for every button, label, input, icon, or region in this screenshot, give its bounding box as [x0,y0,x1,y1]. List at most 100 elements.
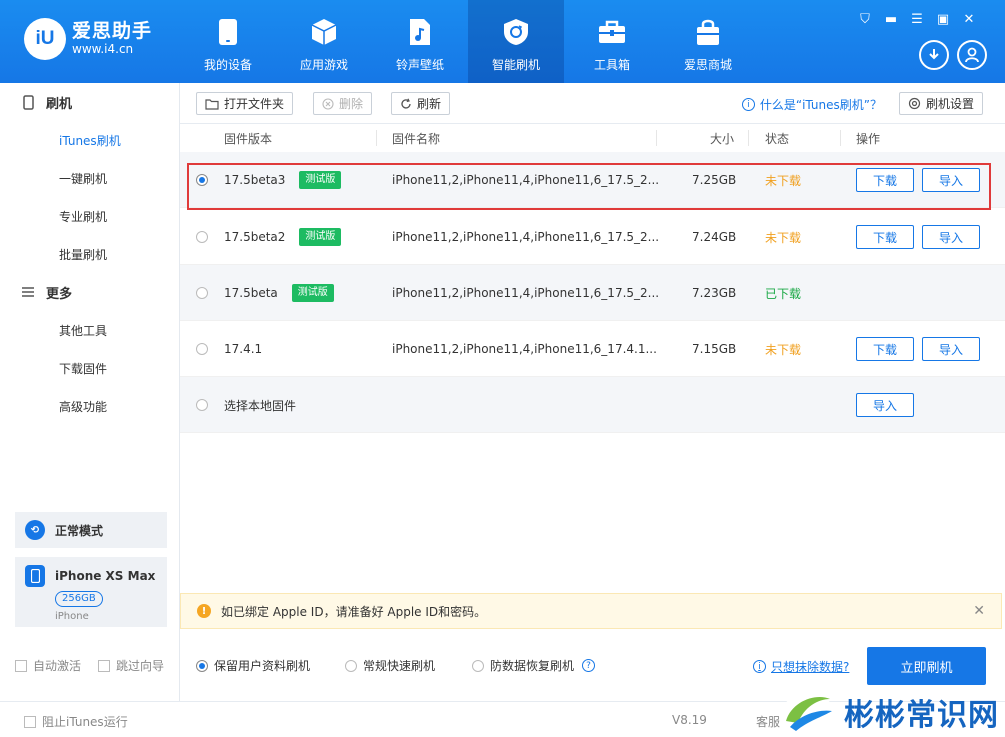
option-radio[interactable] [345,659,357,672]
itunes-flash-help-link[interactable]: i 什么是“iTunes刷机”？ [741,96,882,113]
row-radio[interactable] [196,287,208,299]
firmware-status: 未下载 [765,230,802,245]
flash-settings-button[interactable]: 刷机设置 [899,92,984,115]
option-radio[interactable] [472,659,484,672]
app-url: www.i4.cn [72,42,134,57]
sidebar-item-one-click-flash[interactable]: 一键刷机 [0,159,179,197]
checkbox-label: 阻止iTunes运行 [42,715,128,729]
nav-store[interactable]: 爱思商城 [660,0,756,83]
nav-label: 爱思商城 [683,58,732,72]
info-icon: i [741,98,755,111]
firmware-name: iPhone11,2,iPhone11,4,iPhone11,6_17.5_2.… [392,286,660,300]
apple-id-notice: ! 如已绑定 Apple ID，请准备好 Apple ID和密码。 ✕ [180,593,1002,629]
nav-label: 智能刷机 [491,58,540,72]
nav-my-device[interactable]: 我的设备 [180,0,276,83]
firmware-status: 已下载 [765,286,802,301]
nav-apps-games[interactable]: 应用游戏 [276,0,372,83]
menu-icon[interactable]: ☰ [909,12,925,27]
header-version: 固件版本 [224,132,273,146]
row-radio[interactable] [196,174,208,186]
option-radio[interactable] [196,659,208,672]
minimize-icon[interactable]: ▬ [883,12,899,27]
checkbox-label: 跳过向导 [116,659,165,673]
erase-data-link[interactable]: i 只想抹除数据? [753,658,849,675]
device-card[interactable]: iPhone XS Max 256GB iPhone [15,557,167,627]
sidebar-item-pro-flash[interactable]: 专业刷机 [0,197,179,235]
download-icon[interactable] [919,40,949,70]
sidebar-item-download-firmware[interactable]: 下载固件 [0,349,179,387]
firmware-version: 17.5beta [224,286,278,300]
music-file-icon [404,16,436,48]
nav-label: 应用游戏 [299,58,348,72]
sidebar-item-itunes-flash[interactable]: iTunes刷机 [0,121,179,159]
app-title: 爱思助手 [72,20,153,43]
phone-icon [212,16,244,48]
auto-activate-checkbox[interactable]: 自动激活 [15,657,81,674]
row-radio[interactable] [196,231,208,243]
sidebar: 刷机 iTunes刷机 一键刷机 专业刷机 批量刷机 更多 其他工具 下载固件 … [0,83,180,737]
nav-toolbox[interactable]: 工具箱 [564,0,660,83]
firmware-size: 7.23GB [692,286,737,300]
skip-guide-checkbox[interactable]: 跳过向导 [98,657,164,674]
button-label: 刷新 [417,97,442,111]
table-row-local-firmware[interactable]: 选择本地固件 导入 [180,377,1005,433]
option-label: 防数据恢复刷机 [490,659,575,673]
firmware-name: iPhone11,2,iPhone11,4,iPhone11,6_17.5_2.… [392,173,660,187]
phone-icon [25,565,45,587]
close-icon[interactable]: ✕ [973,603,985,619]
nav-ringtones-wallpapers[interactable]: 铃声壁纸 [372,0,468,83]
info-icon: i [753,660,766,673]
row-radio[interactable] [196,399,208,411]
site-watermark: 彬彬常识网 [778,686,1005,737]
header-status: 状态 [765,132,790,146]
flash-now-button[interactable]: 立即刷机 [867,647,986,685]
cube-icon [308,16,340,48]
delete-icon [322,97,334,110]
user-icon[interactable] [957,40,987,70]
folder-icon [205,98,219,110]
gear-icon [908,97,921,110]
sidebar-item-other-tools[interactable]: 其他工具 [0,311,179,349]
device-mode: ⟲ 正常模式 [15,512,167,548]
firmware-status: 未下载 [765,173,802,188]
firmware-version: 17.5beta2 [224,230,286,244]
nav-label: 铃声壁纸 [395,58,444,72]
download-button[interactable]: 下载 [856,225,914,249]
import-button[interactable]: 导入 [922,337,980,361]
option-label: 保留用户资料刷机 [214,659,311,673]
import-button[interactable]: 导入 [922,168,980,192]
block-itunes-checkbox[interactable]: 阻止iTunes运行 [24,713,128,730]
sidebar-item-advanced[interactable]: 高级功能 [0,387,179,425]
table-row[interactable]: 17.5beta2 测试版 iPhone11,2,iPhone11,4,iPho… [180,209,1005,265]
notice-text: 如已绑定 Apple ID，请准备好 Apple ID和密码。 [221,604,487,619]
row-radio[interactable] [196,343,208,355]
delete-button[interactable]: 删除 [313,92,373,115]
checkbox-box [98,659,110,672]
option-anti-recovery[interactable]: 防数据恢复刷机 ? [472,657,596,674]
close-icon[interactable]: ✕ [961,12,977,27]
checkbox-box [15,659,27,672]
option-quick-flash[interactable]: 常规快速刷机 [345,657,435,674]
maximize-icon[interactable]: ▣ [935,12,951,27]
option-keep-data[interactable]: 保留用户资料刷机 [196,657,310,674]
table-row[interactable]: 17.4.1 iPhone11,2,iPhone11,4,iPhone11,6_… [180,321,1005,377]
open-folder-button[interactable]: 打开文件夹 [196,92,294,115]
shirt-icon[interactable]: ⛉ [857,12,873,27]
nav-smart-flash[interactable]: 智能刷机 [468,0,564,83]
import-button[interactable]: 导入 [922,225,980,249]
download-button[interactable]: 下载 [856,337,914,361]
firmware-version: 17.4.1 [224,342,263,356]
sidebar-group-label: 刷机 [46,96,73,112]
button-label: 打开文件夹 [224,97,285,111]
table-row[interactable]: 17.5beta 测试版 iPhone11,2,iPhone11,4,iPhon… [180,265,1005,321]
import-button[interactable]: 导入 [856,393,914,417]
table-row[interactable]: 17.5beta3 测试版 iPhone11,2,iPhone11,4,iPho… [180,152,1005,208]
sidebar-group-flash: 刷机 [0,83,179,121]
refresh-button[interactable]: 刷新 [391,92,451,115]
customer-service-link[interactable]: 客服 [756,713,780,730]
sidebar-item-batch-flash[interactable]: 批量刷机 [0,235,179,273]
download-button[interactable]: 下载 [856,168,914,192]
question-icon[interactable]: ? [582,659,596,672]
header-size: 大小 [710,132,735,146]
watermark-text: 彬彬常识网 [844,697,999,733]
